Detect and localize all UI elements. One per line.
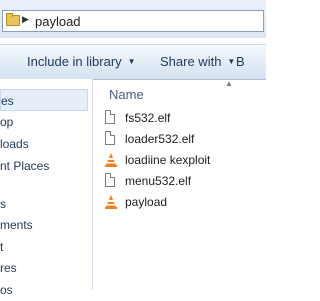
- name-column-header[interactable]: Name: [109, 87, 144, 102]
- file-icon: [103, 173, 119, 189]
- file-name: loadiine kexploit: [125, 153, 211, 167]
- include-in-library-label: Include in library: [27, 54, 122, 69]
- file-list: ▲ Name fs532.elf loader532.elf loadiine …: [93, 79, 266, 290]
- breadcrumb-payload[interactable]: payload: [35, 14, 81, 29]
- burn-button[interactable]: B: [236, 54, 245, 69]
- include-in-library-button[interactable]: Include in library ▼: [27, 54, 136, 69]
- folder-icon: [6, 13, 20, 26]
- list-item[interactable]: fs532.elf: [103, 108, 263, 128]
- share-with-label: Share with: [160, 54, 222, 69]
- list-item[interactable]: loadiine kexploit: [103, 150, 263, 170]
- file-name: payload: [125, 195, 168, 209]
- chevron-down-icon: ▼: [227, 57, 236, 66]
- share-with-button[interactable]: Share with ▼: [160, 54, 235, 69]
- chevron-down-icon: ▼: [127, 57, 136, 66]
- list-item[interactable]: payload: [103, 192, 263, 212]
- file-icon: [103, 110, 119, 126]
- nav-item-downloads[interactable]: loads: [0, 133, 88, 155]
- nav-item-videos[interactable]: os: [0, 279, 88, 301]
- sort-ascending-icon[interactable]: ▲: [225, 79, 233, 88]
- breadcrumb-separator[interactable]: ▶: [22, 14, 29, 25]
- nav-item-recent-places[interactable]: nt Places: [0, 155, 88, 177]
- file-icon: [103, 131, 119, 147]
- nav-item-desktop[interactable]: op: [0, 111, 88, 133]
- nav-item-documents[interactable]: ments: [0, 214, 88, 236]
- address-bar[interactable]: ▶ payload: [2, 10, 264, 32]
- file-name: loader532.elf: [125, 132, 195, 146]
- list-item[interactable]: menu532.elf: [103, 171, 263, 191]
- vlc-icon: [103, 152, 119, 168]
- navigation-pane: es op loads nt Places s ments t res os: [0, 79, 93, 297]
- nav-item-favorites[interactable]: es: [0, 89, 88, 111]
- command-bar: Include in library ▼ Share with ▼ B: [0, 44, 266, 80]
- address-bar-area: ▶ payload: [0, 0, 266, 38]
- file-name: menu532.elf: [125, 174, 192, 188]
- nav-item-libraries[interactable]: s: [0, 193, 88, 215]
- file-name: fs532.elf: [125, 111, 171, 125]
- nav-item-pictures[interactable]: res: [0, 257, 88, 279]
- nav-item-music[interactable]: t: [0, 236, 88, 258]
- list-item[interactable]: loader532.elf: [103, 129, 263, 149]
- vlc-icon: [103, 194, 119, 210]
